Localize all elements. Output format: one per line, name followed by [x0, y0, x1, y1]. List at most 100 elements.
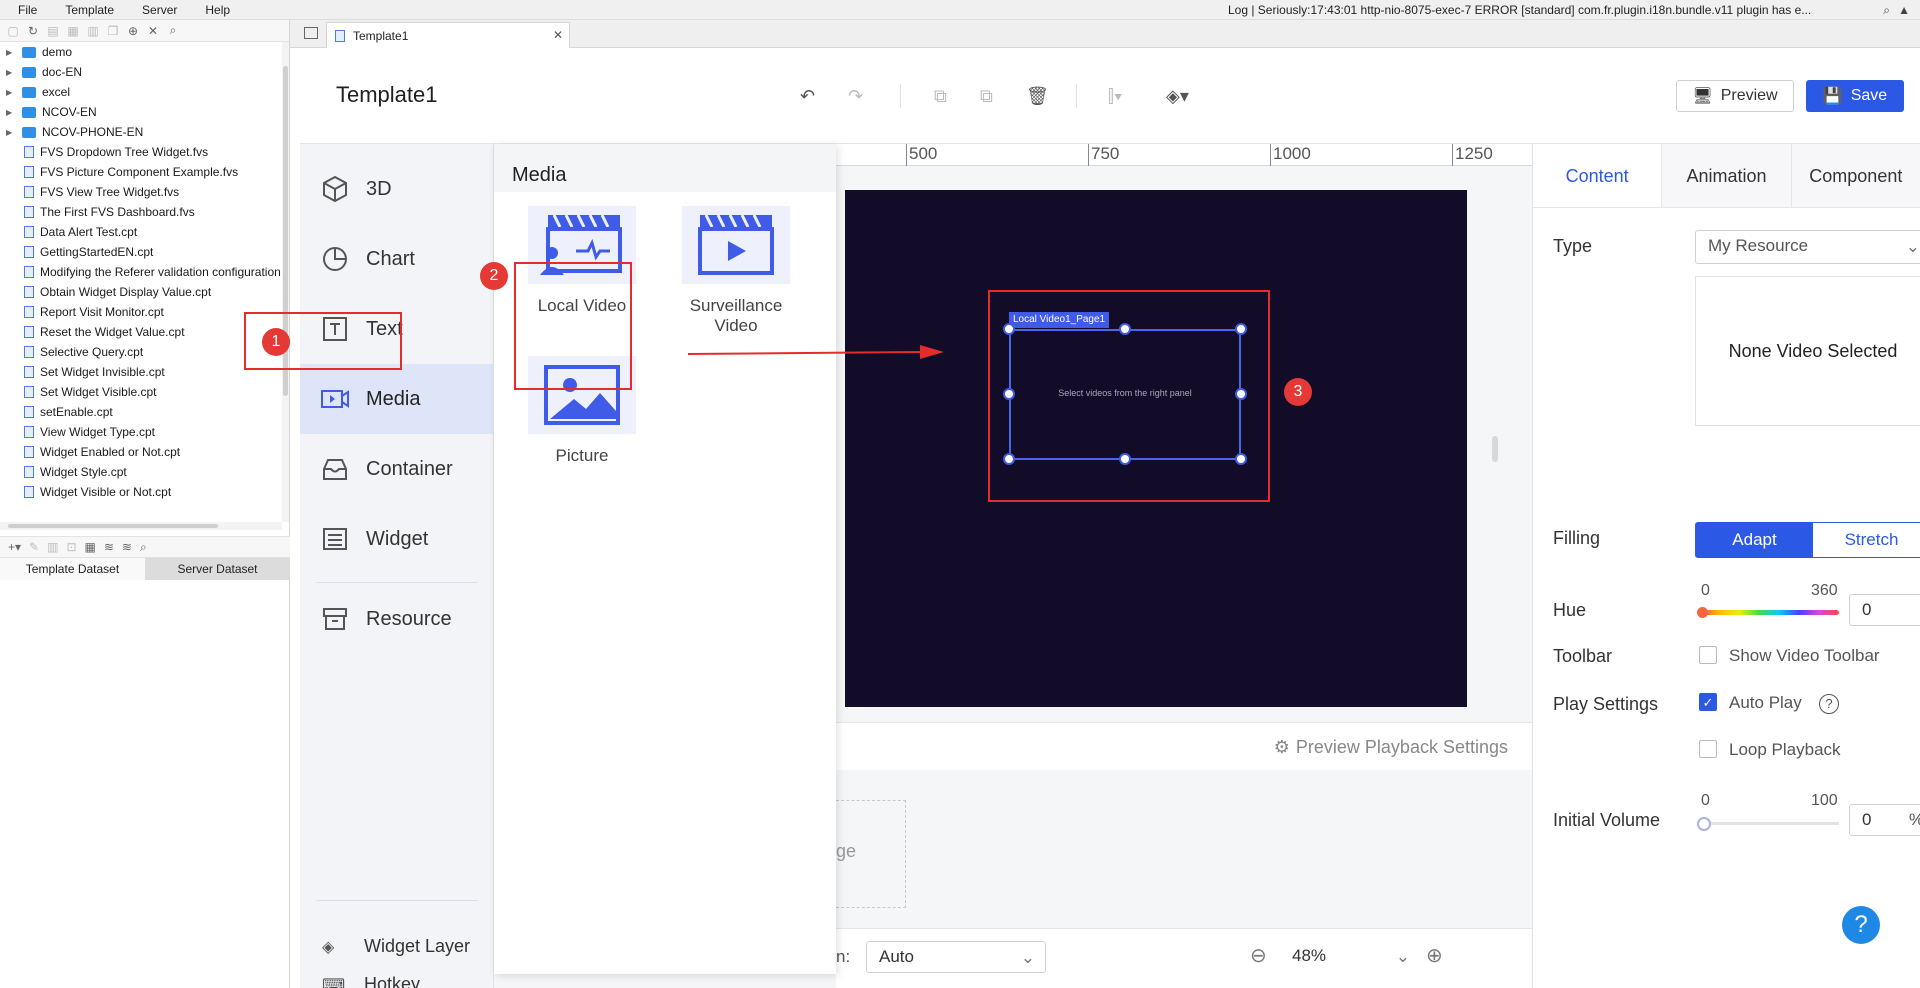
- send-backward-icon[interactable]: ⧉: [980, 86, 993, 107]
- zoom-in-icon[interactable]: ⊕: [1426, 943, 1443, 968]
- save-button[interactable]: 💾 Save: [1806, 80, 1904, 112]
- menu-template[interactable]: Template: [47, 3, 124, 17]
- tile-surveillance-video[interactable]: Surveillance Video: [670, 206, 802, 336]
- search-tree-icon[interactable]: ⌕: [166, 23, 180, 38]
- database-icon[interactable]: ≋: [104, 540, 114, 554]
- new-folder-icon[interactable]: ▢: [6, 24, 20, 38]
- tree-folder-item[interactable]: ▶ NCOV-PHONE-EN: [0, 122, 282, 142]
- help-icon[interactable]: ?: [1819, 694, 1839, 714]
- preview-playback-settings[interactable]: ⚙ Preview Playback Settings: [1274, 737, 1508, 758]
- undo-icon[interactable]: ↶: [800, 86, 815, 107]
- zoom-select[interactable]: 48% ⌄: [1280, 941, 1420, 973]
- collapse-icon[interactable]: ✕: [146, 24, 160, 38]
- bell-icon[interactable]: ▲: [1898, 3, 1910, 17]
- bring-forward-icon[interactable]: ⧉: [934, 86, 947, 107]
- chevron-right-icon[interactable]: ▶: [6, 48, 16, 57]
- video-resource-list[interactable]: None Video Selected: [1695, 276, 1920, 426]
- tree-file-item[interactable]: FVS Dropdown Tree Widget.fvs: [0, 142, 282, 162]
- tree-file-item[interactable]: Data Alert Test.cpt: [0, 222, 282, 242]
- menu-server[interactable]: Server: [124, 3, 187, 17]
- tree-file-item[interactable]: Selective Query.cpt: [0, 342, 282, 362]
- category-3d[interactable]: 3D: [300, 154, 494, 224]
- hue-slider-thumb[interactable]: [1697, 607, 1708, 618]
- search-icon[interactable]: ⌕: [1883, 3, 1890, 18]
- search-dataset-icon[interactable]: ⌕: [140, 540, 147, 555]
- hue-input[interactable]: 0: [1849, 594, 1920, 626]
- category-widget[interactable]: Widget: [300, 504, 494, 574]
- category-media[interactable]: Media: [300, 364, 494, 434]
- delete-icon[interactable]: 🗑: [1026, 86, 1049, 107]
- tree-file-item[interactable]: Reset the Widget Value.cpt: [0, 322, 282, 342]
- tree-folder-item[interactable]: ▶ doc-EN: [0, 62, 282, 82]
- category-chart[interactable]: Chart: [300, 224, 494, 294]
- type-select[interactable]: My Resource ⌄: [1695, 230, 1920, 264]
- tree-file-item[interactable]: Obtain Widget Display Value.cpt: [0, 282, 282, 302]
- tree-file-item[interactable]: The First FVS Dashboard.fvs: [0, 202, 282, 222]
- hue-slider-track[interactable]: [1699, 610, 1839, 615]
- tree-file-item[interactable]: setEnable.cpt: [0, 402, 282, 422]
- tree-file-item[interactable]: View Widget Type.cpt: [0, 422, 282, 442]
- tree-file-item[interactable]: Set Widget Invisible.cpt: [0, 362, 282, 382]
- tree-file-item[interactable]: Modifying the Referer validation configu…: [0, 262, 282, 282]
- panel-resize-grip[interactable]: [1492, 436, 1498, 462]
- database-query-icon[interactable]: ≋: [122, 540, 132, 554]
- category-resource[interactable]: Resource: [300, 584, 494, 654]
- tree-folder-item[interactable]: ▶ demo: [0, 42, 282, 62]
- edit-dataset-icon[interactable]: ✎: [29, 540, 39, 554]
- rename-icon[interactable]: ▦: [66, 24, 80, 38]
- tree-file-item[interactable]: FVS Picture Component Example.fvs: [0, 162, 282, 182]
- tab-template-dataset[interactable]: Template Dataset: [0, 558, 145, 580]
- tree-file-item[interactable]: Widget Style.cpt: [0, 462, 282, 482]
- tree-folder-item[interactable]: ▶ NCOV-EN: [0, 102, 282, 122]
- new-template-icon[interactable]: [304, 27, 318, 39]
- log-message[interactable]: Log | Seriously:17:43:01 http-nio-8075-e…: [1228, 3, 1868, 17]
- tree-folder-item[interactable]: ▶ excel: [0, 82, 282, 102]
- volume-slider-track[interactable]: [1699, 822, 1839, 825]
- volume-slider-thumb[interactable]: [1697, 817, 1711, 831]
- copy-icon[interactable]: ❐: [106, 24, 120, 38]
- menu-help[interactable]: Help: [187, 3, 240, 17]
- close-icon[interactable]: ✕: [553, 28, 563, 42]
- chevron-right-icon[interactable]: ▶: [6, 68, 16, 77]
- tree-file-item[interactable]: Widget Visible or Not.cpt: [0, 482, 282, 502]
- tree-file-item[interactable]: Widget Enabled or Not.cpt: [0, 442, 282, 462]
- tree-file-item[interactable]: Report Visit Monitor.cpt: [0, 302, 282, 322]
- tree-file-item[interactable]: FVS View Tree Widget.fvs: [0, 182, 282, 202]
- delete-dataset-icon[interactable]: ▥: [47, 540, 58, 554]
- filling-stretch-button[interactable]: Stretch: [1813, 523, 1920, 557]
- show-toolbar-checkbox[interactable]: [1699, 646, 1717, 664]
- loop-playback-checkbox[interactable]: [1699, 740, 1717, 758]
- tab-template1[interactable]: Template1 ✕: [326, 22, 570, 48]
- background-drop-area[interactable]: ge: [836, 800, 906, 908]
- edit-icon[interactable]: ▤: [46, 24, 60, 38]
- tab-component[interactable]: Component: [1791, 144, 1920, 207]
- help-button[interactable]: ?: [1842, 906, 1880, 944]
- tab-animation[interactable]: Animation: [1662, 144, 1792, 207]
- auto-play-checkbox[interactable]: ✓: [1699, 693, 1717, 711]
- filling-adapt-button[interactable]: Adapt: [1696, 523, 1813, 557]
- preview-dataset-icon[interactable]: ⊡: [66, 540, 76, 554]
- refresh-icon[interactable]: ↻: [26, 24, 40, 38]
- layers-dropdown-icon[interactable]: ◈▾: [1166, 86, 1189, 107]
- dataset-params-icon[interactable]: ▦: [85, 540, 96, 554]
- hotkey-button[interactable]: ⌨ Hotkey: [322, 974, 420, 988]
- delete-icon[interactable]: ▥: [86, 24, 100, 38]
- tree-scrollbar[interactable]: [282, 42, 289, 522]
- redo-icon[interactable]: ↷: [848, 86, 863, 107]
- volume-input[interactable]: 0 %: [1849, 804, 1920, 836]
- menu-file[interactable]: File: [0, 3, 47, 17]
- chevron-right-icon[interactable]: ▶: [6, 128, 16, 137]
- zoom-out-icon[interactable]: ⊖: [1250, 943, 1267, 968]
- widget-layer-button[interactable]: ◈ Widget Layer: [322, 936, 470, 957]
- chevron-right-icon[interactable]: ▶: [6, 108, 16, 117]
- tree-file-item[interactable]: GettingStartedEN.cpt: [0, 242, 282, 262]
- tree-file-item[interactable]: Set Widget Visible.cpt: [0, 382, 282, 402]
- locate-icon[interactable]: ⊕: [126, 24, 140, 38]
- chevron-right-icon[interactable]: ▶: [6, 88, 16, 97]
- add-dataset-icon[interactable]: +▾: [8, 540, 21, 554]
- tab-content[interactable]: Content: [1533, 144, 1663, 207]
- preview-button[interactable]: 🖥 Preview: [1676, 80, 1794, 112]
- align-icon[interactable]: ⫿▾: [1108, 86, 1123, 107]
- tree-hscrollbar[interactable]: [0, 522, 282, 530]
- category-container[interactable]: Container: [300, 434, 494, 504]
